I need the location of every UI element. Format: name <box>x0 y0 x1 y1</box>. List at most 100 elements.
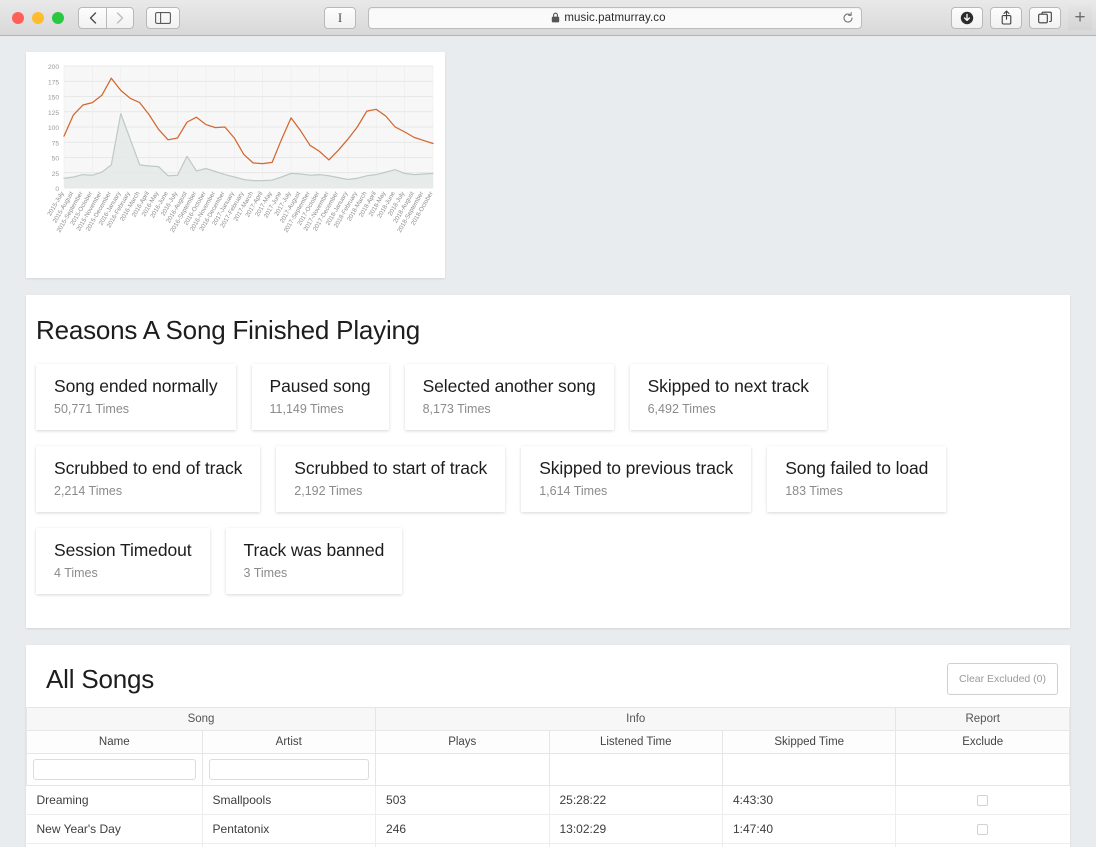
share-button[interactable] <box>990 6 1022 29</box>
chart-y-tick-label: 175 <box>48 79 59 86</box>
group-header-song: Song <box>25 707 377 731</box>
song-artist: Pentatonix <box>201 814 376 844</box>
maximize-window-button[interactable] <box>52 11 64 24</box>
exclude-checkbox[interactable] <box>977 795 989 807</box>
sidebar-toggle-button[interactable] <box>146 6 180 29</box>
forward-button[interactable] <box>106 6 134 29</box>
filter-cell-name <box>26 753 203 786</box>
reasons-row-1: Song ended normally 50,771 Times Paused … <box>26 356 1070 438</box>
stat-card[interactable]: Skipped to next track 6,492 Times <box>629 364 827 430</box>
clear-excluded-button[interactable]: Clear Excluded (0) <box>947 663 1058 695</box>
stat-value: 4 Times <box>54 566 98 580</box>
stat-card[interactable]: Scrubbed to end of track 2,214 Times <box>36 446 261 512</box>
stat-label: Skipped to next track <box>647 376 809 396</box>
song-listened-time: 12:04:59 <box>548 843 723 847</box>
tab-overview-button[interactable] <box>1029 6 1061 29</box>
column-header-name[interactable]: Name <box>26 730 203 754</box>
stat-value: 11,149 Times <box>269 402 344 416</box>
column-header-plays[interactable]: Plays <box>375 730 550 754</box>
stat-label: Track was banned <box>243 540 385 560</box>
group-header-info: Info <box>375 707 897 731</box>
column-header-listened-time[interactable]: Listened Time <box>548 730 723 754</box>
stat-label: Song failed to load <box>785 458 929 478</box>
reasons-title: Reasons A Song Finished Playing <box>36 315 421 345</box>
filter-cell-exclude <box>895 753 1070 786</box>
filter-cell-listened <box>548 753 723 786</box>
stat-card[interactable]: Selected another song 8,173 Times <box>404 364 614 430</box>
song-artist: Rilo Kiley <box>201 843 376 847</box>
stat-value: 2,214 Times <box>54 484 123 498</box>
window-controls[interactable] <box>6 11 72 24</box>
stat-card[interactable]: Song failed to load 183 Times <box>767 446 947 512</box>
filter-cell-artist <box>201 753 377 786</box>
table-row[interactable]: Dreaming Smallpools 503 25:28:22 4:43:30 <box>26 785 1070 815</box>
filter-row <box>26 753 1070 786</box>
stat-card[interactable]: Paused song 11,149 Times <box>251 364 389 430</box>
reasons-panel: Reasons A Song Finished Playing Song end… <box>26 295 1070 628</box>
minimize-window-button[interactable] <box>32 11 44 24</box>
chart-y-tick-label: 75 <box>52 140 60 147</box>
stat-label: Session Timedout <box>54 540 192 560</box>
toolbar-actions: + <box>951 5 1092 30</box>
share-icon <box>1001 10 1011 25</box>
table-row[interactable]: With Arms OutstretchedRilo Kiley23412:04… <box>26 843 1070 847</box>
table-row[interactable]: New Year's Day Pentatonix 246 13:02:29 1:47:… <box>26 814 1070 844</box>
page-content: 0 25 50 75 100 125 150 175 200 2015-July 2015-Augu… <box>0 36 1096 847</box>
chevron-left-icon <box>89 11 96 24</box>
exclude-checkbox[interactable] <box>977 824 989 836</box>
artist-filter-input[interactable] <box>208 759 370 780</box>
stat-value: 6,492 Times <box>647 402 716 416</box>
column-header-artist[interactable]: Artist <box>201 730 377 754</box>
song-plays: 234 <box>375 843 549 847</box>
listening-history-chart-panel: 0 25 50 75 100 125 150 175 200 2015-July 2015-Augu… <box>26 52 445 278</box>
song-name: Dreaming <box>26 785 203 815</box>
navigation-buttons[interactable] <box>78 6 134 29</box>
column-header-row: Name Artist Plays Listened Time Skipped … <box>26 730 1070 754</box>
reader-view-button[interactable]: I <box>324 6 356 29</box>
song-skipped-time: 2:24:12 <box>721 843 896 847</box>
song-skipped-time: 1:47:40 <box>721 814 896 844</box>
stat-card[interactable]: Scrubbed to start of track 2,192 Times <box>276 446 506 512</box>
reasons-row-2: Scrubbed to end of track 2,214 Times Scr… <box>26 438 1070 520</box>
url-bar[interactable]: music.patmurray.co <box>368 6 862 29</box>
all-songs-panel: All Songs Clear Excluded (0) Song Info R… <box>25 645 1070 847</box>
stat-card[interactable]: Track was banned 3 Times <box>225 528 403 594</box>
reasons-row-3: Session Timedout 4 Times Track was banne… <box>26 520 1070 602</box>
song-listened-time: 13:02:29 <box>548 814 723 844</box>
songs-table: Song Info Report Name Artist Plays Liste… <box>25 707 1070 847</box>
reload-button[interactable] <box>842 11 854 24</box>
songs-table-body: Dreaming Smallpools 503 25:28:22 4:43:30 New … <box>26 785 1070 847</box>
stat-card[interactable]: Song ended normally 50,771 Times <box>36 364 236 430</box>
exclude-cell <box>895 814 1070 844</box>
stat-label: Song ended normally <box>54 376 218 396</box>
chart-y-tick-label: 150 <box>48 95 59 102</box>
chart-y-tick-label: 125 <box>48 110 59 117</box>
column-header-skipped-time[interactable]: Skipped Time <box>721 730 897 754</box>
stat-value: 2,192 Times <box>294 484 363 498</box>
all-songs-title: All Songs <box>46 663 155 694</box>
song-listened-time: 25:28:22 <box>548 785 723 815</box>
name-filter-input[interactable] <box>33 759 196 780</box>
stat-value: 1,614 Times <box>539 484 608 498</box>
all-songs-header: All Songs Clear Excluded (0) <box>26 663 1070 695</box>
stat-card[interactable]: Session Timedout 4 Times <box>36 528 210 594</box>
stat-label: Scrubbed to start of track <box>294 458 488 478</box>
stat-card[interactable]: Skipped to previous track 1,614 Times <box>521 446 752 512</box>
stat-value: 183 Times <box>785 484 843 498</box>
tab-overview-icon <box>1038 11 1052 23</box>
url-text: music.patmurray.co <box>564 11 666 24</box>
new-tab-button[interactable]: + <box>1068 5 1092 30</box>
group-header-row: Song Info Report <box>25 707 1070 731</box>
song-name: New Year's Day <box>26 814 203 844</box>
browser-toolbar: I music.patmurray.co + <box>0 0 1096 36</box>
stat-label: Paused song <box>269 376 371 396</box>
filter-cell-skipped <box>721 753 897 786</box>
stat-label: Selected another song <box>422 376 596 396</box>
stat-label: Scrubbed to end of track <box>54 458 243 478</box>
back-button[interactable] <box>78 6 106 29</box>
chart-y-tick-label: 200 <box>48 64 59 71</box>
chevron-right-icon <box>116 11 124 24</box>
close-window-button[interactable] <box>12 11 24 24</box>
listening-history-chart[interactable]: 02550751001251501752002015-July2015-Augu… <box>30 60 439 274</box>
downloads-button[interactable] <box>951 6 983 29</box>
